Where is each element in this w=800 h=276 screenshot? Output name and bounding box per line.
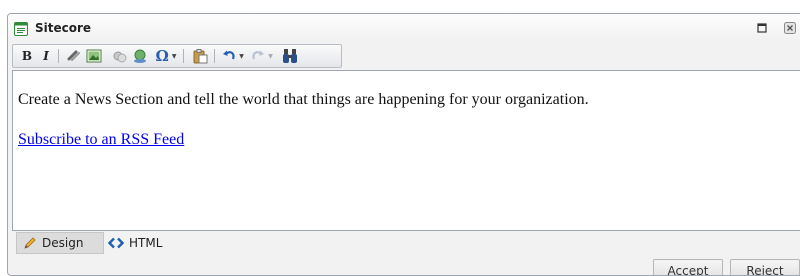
tab-design-label: Design	[42, 236, 84, 250]
pencil-icon	[24, 237, 36, 249]
remove-link-icon	[134, 49, 146, 63]
tab-design[interactable]: Design	[16, 232, 104, 254]
chevron-down-icon: ▼	[171, 52, 177, 60]
undo-icon	[223, 50, 235, 60]
formatting-toolbar: B I Ω ▼ ▼ ▼	[12, 44, 342, 68]
chevron-down-icon: ▼	[239, 52, 244, 60]
insert-flash-button[interactable]	[111, 47, 129, 65]
reject-button[interactable]: Reject	[730, 259, 800, 275]
insert-image-icon	[86, 49, 102, 63]
maximize-icon[interactable]	[755, 21, 769, 35]
toolbar-separator	[183, 49, 184, 63]
paste-icon	[193, 49, 208, 64]
rss-feed-link[interactable]: Subscribe to an RSS Feed	[18, 131, 184, 149]
bold-icon: B	[21, 49, 33, 63]
redo-icon	[252, 50, 265, 60]
code-brackets-icon	[108, 237, 124, 249]
rich-text-editor-area[interactable]: Create a News Section and tell the world…	[12, 70, 800, 231]
italic-button[interactable]: I	[38, 47, 54, 65]
editor-paragraph[interactable]: Create a News Section and tell the world…	[18, 91, 589, 109]
toolbar-separator	[214, 49, 215, 63]
close-icon[interactable]	[783, 21, 797, 35]
tab-html-label: HTML	[129, 236, 163, 250]
toolbar-separator	[58, 49, 59, 63]
insert-symbol-icon: Ω	[155, 47, 169, 65]
bold-button[interactable]: B	[19, 47, 35, 65]
remove-link-button[interactable]	[131, 47, 149, 65]
italic-icon: I	[43, 49, 49, 63]
find-replace-icon	[283, 49, 297, 63]
undo-button[interactable]: ▼	[220, 47, 246, 65]
insert-symbol-button[interactable]: Ω ▼	[153, 47, 179, 65]
title-bar: Sitecore	[8, 14, 800, 42]
chevron-down-icon: ▼	[268, 52, 273, 60]
paste-button[interactable]	[191, 47, 209, 65]
accept-button[interactable]: Accept	[653, 259, 723, 275]
window-title: Sitecore	[35, 21, 92, 35]
insert-flash-icon	[113, 51, 127, 63]
insert-link-button[interactable]	[65, 47, 83, 65]
insert-link-icon	[67, 50, 80, 61]
find-replace-button[interactable]	[281, 47, 299, 65]
document-window-icon	[14, 21, 28, 36]
insert-image-button[interactable]	[85, 47, 103, 65]
sitecore-editor-window: Sitecore B I Ω ▼ ▼ ▼ Create a News Secti…	[7, 13, 800, 276]
redo-button[interactable]: ▼	[249, 47, 275, 65]
tab-html[interactable]: HTML	[108, 232, 188, 254]
